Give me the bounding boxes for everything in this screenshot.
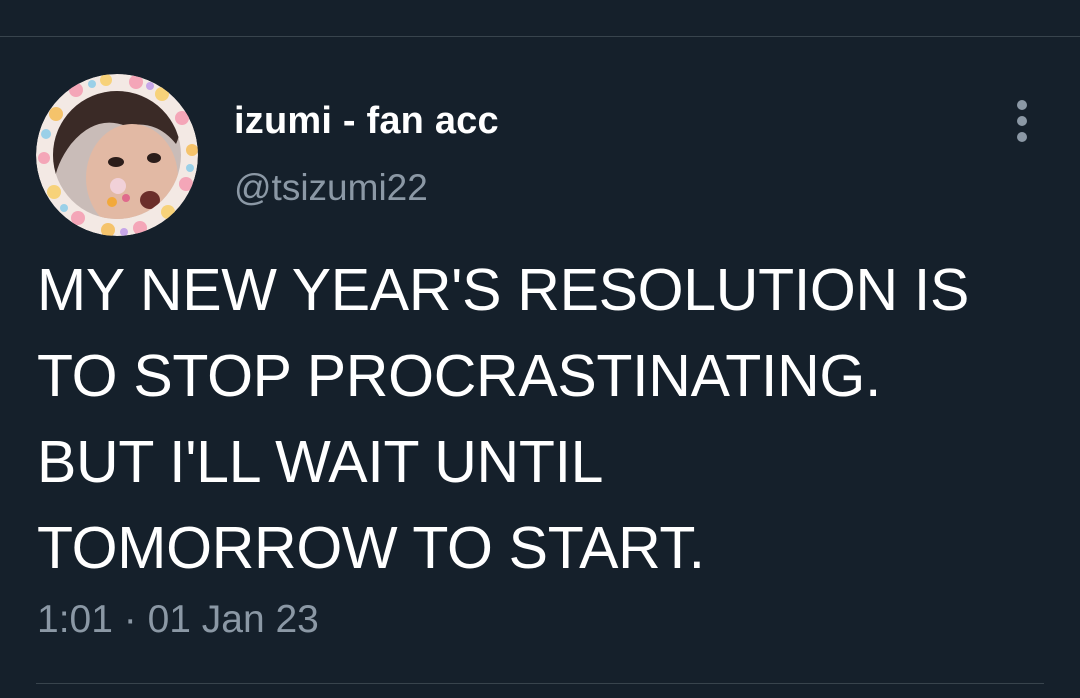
author-display-name[interactable]: izumi - fan acc — [234, 98, 499, 144]
vertical-ellipsis-icon — [1017, 100, 1027, 142]
tweet-text: MY NEW YEAR'S RESOLUTION IS TO STOP PROC… — [37, 257, 970, 581]
more-options-button[interactable] — [1000, 96, 1044, 146]
avatar[interactable] — [36, 74, 198, 236]
tweet-timestamp[interactable]: 1:01 · 01 Jan 23 — [37, 595, 319, 645]
author-handle[interactable]: @tsizumi22 — [234, 165, 428, 211]
tweet: izumi - fan acc @tsizumi22 MY NEW YEAR'S… — [0, 0, 1080, 698]
bottom-divider — [36, 683, 1044, 684]
profile-photo-icon — [36, 74, 198, 236]
